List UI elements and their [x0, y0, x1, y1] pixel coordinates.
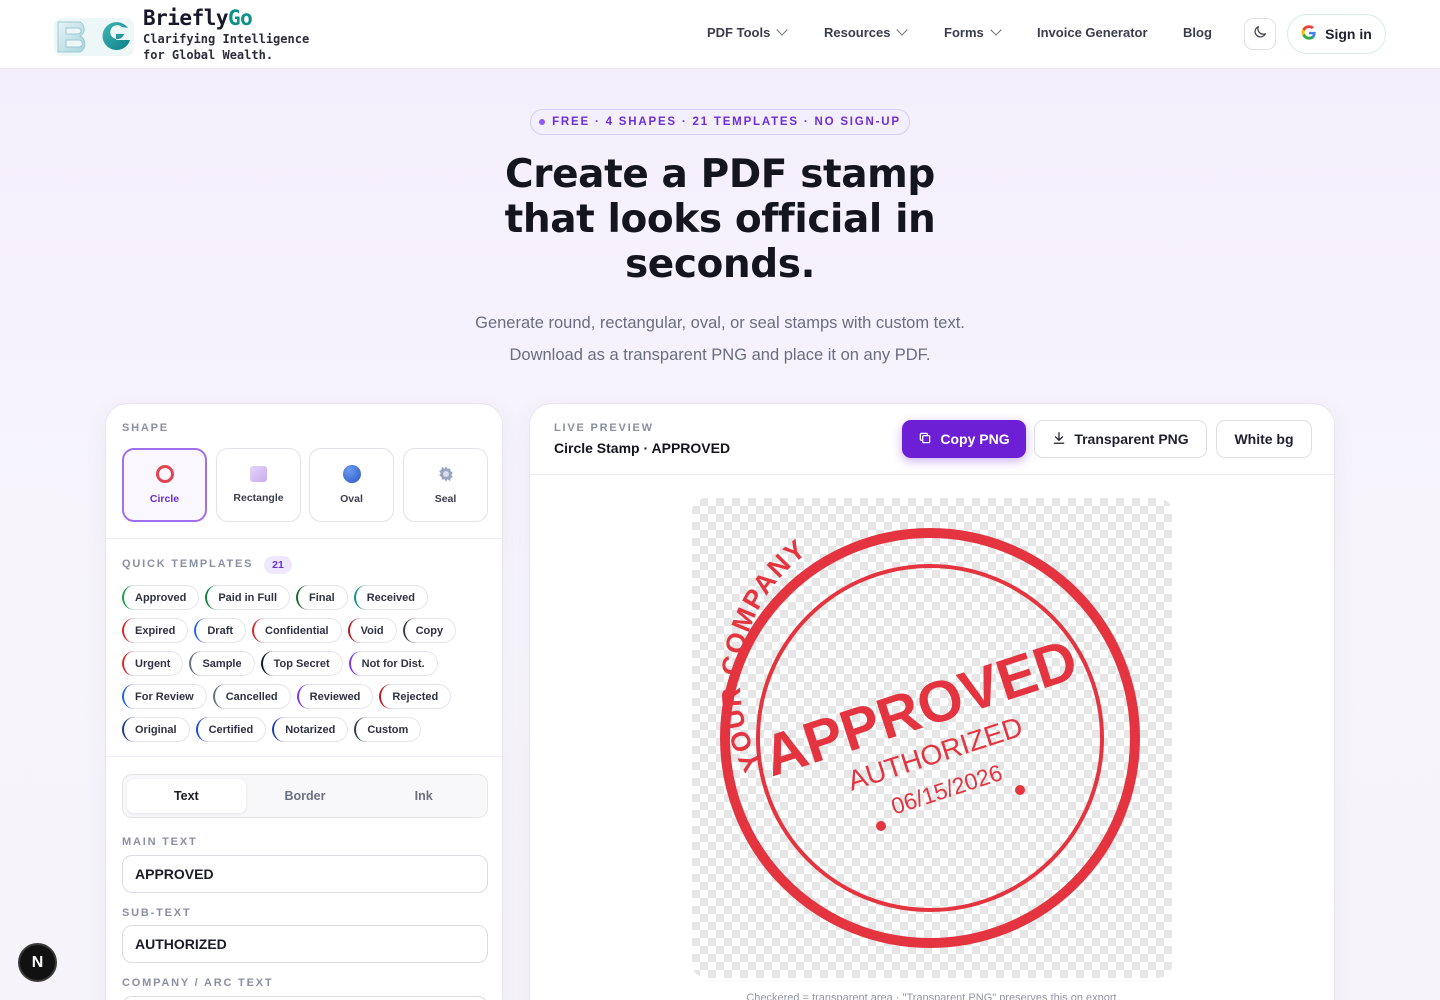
stamp-dot-right: [1015, 785, 1025, 795]
shape-option-rectangle[interactable]: Rectangle: [216, 448, 301, 522]
shape-option-oval[interactable]: Oval: [309, 448, 394, 522]
shape-section-label: SHAPE: [122, 422, 169, 434]
white-bg-label: White bg: [1234, 431, 1294, 447]
white-bg-button[interactable]: White bg: [1216, 420, 1312, 458]
nav-item-label: Forms: [944, 25, 984, 40]
stamp-graphic: YOUR COMPANY APPROVED AUTHORIZED 06/15/2…: [716, 528, 1140, 948]
chevron-down-icon: [896, 24, 909, 36]
template-chip-top-secret[interactable]: Top Secret: [260, 651, 343, 676]
live-preview-label: LIVE PREVIEW: [554, 422, 654, 434]
template-chip-draft[interactable]: Draft: [194, 618, 247, 643]
download-icon: [1052, 431, 1066, 448]
template-chip-void[interactable]: Void: [347, 618, 397, 643]
nav-item-pdf-tools[interactable]: PDF Tools: [707, 24, 788, 40]
stamp-editor-panel: SHAPE Circle Rectangle Oval Seal QUICK TEMP…: [105, 403, 503, 1000]
preview-note: Checkered = transparent area · "Transpar…: [746, 992, 1120, 1000]
tab-text[interactable]: Text: [127, 779, 246, 813]
nav-item-resources[interactable]: Resources: [824, 24, 909, 40]
sign-in-button[interactable]: Sign in: [1287, 14, 1386, 54]
template-chip-cancelled[interactable]: Cancelled: [212, 684, 291, 709]
nav-item-label: Resources: [824, 25, 891, 40]
tab-ink[interactable]: Ink: [364, 779, 483, 813]
company-text-label: COMPANY / ARC TEXT: [122, 977, 274, 989]
template-chip-custom[interactable]: Custom: [354, 717, 422, 742]
dev-overlay-badge[interactable]: N: [18, 943, 57, 982]
shape-option-circle[interactable]: Circle: [122, 448, 207, 522]
divider: [106, 756, 502, 757]
divider: [106, 538, 502, 539]
sub-text-input[interactable]: AUTHORIZED: [122, 925, 488, 963]
template-chip-row: Urgent Sample Top Secret Not for Dist.: [122, 651, 492, 676]
stamp-dot-left: [876, 821, 886, 831]
transparent-png-label: Transparent PNG: [1074, 431, 1189, 447]
sign-in-label: Sign in: [1325, 26, 1372, 42]
sub-text-label: SUB-TEXT: [122, 907, 192, 919]
rectangle-icon: [250, 466, 267, 482]
copy-png-label: Copy PNG: [940, 431, 1010, 447]
pill-dot-icon: [539, 119, 546, 125]
oval-icon: [342, 465, 361, 483]
nav-item-label: Blog: [1183, 25, 1212, 40]
template-chip-list: Approved Paid in Full Final Received Expired…: [122, 585, 492, 750]
transparent-png-button[interactable]: Transparent PNG: [1034, 420, 1207, 458]
template-chip-row: Expired Draft Confidential Void Copy: [122, 618, 492, 643]
nav-item-label: PDF Tools: [707, 25, 771, 40]
shape-option-seal[interactable]: Seal: [403, 448, 488, 522]
main-nav: PDF Tools Resources Forms Invoice Generator…: [0, 0, 1440, 68]
templates-section-label: QUICK TEMPLATES: [122, 558, 254, 570]
shape-option-label: Circle: [149, 493, 180, 505]
shape-option-label: Seal: [434, 493, 457, 505]
template-chip-expired[interactable]: Expired: [122, 618, 189, 643]
feature-pill: FREE · 4 SHAPES · 21 TEMPLATES · NO SIGN…: [530, 109, 910, 135]
stamp-canvas: YOUR COMPANY APPROVED AUTHORIZED 06/15/2…: [692, 498, 1172, 978]
nav-item-blog[interactable]: Blog: [1183, 25, 1212, 40]
preview-title: Circle Stamp · APPROVED: [554, 440, 731, 456]
template-chip-paid-in-full[interactable]: Paid in Full: [205, 585, 291, 610]
google-icon: [1301, 24, 1317, 44]
nav-item-label: Invoice Generator: [1037, 25, 1148, 40]
copy-png-button[interactable]: Copy PNG: [902, 420, 1026, 458]
live-preview-panel: LIVE PREVIEW Circle Stamp · APPROVED Cop…: [529, 403, 1335, 1000]
main-text-input[interactable]: APPROVED: [122, 855, 488, 893]
template-chip-not-for-dist[interactable]: Not for Dist.: [348, 651, 438, 676]
theme-toggle-button[interactable]: [1244, 18, 1276, 50]
template-chip-sample[interactable]: Sample: [189, 651, 255, 676]
site-header: BrieflyGo Clarifying Intelligence for Gl…: [0, 0, 1440, 69]
circle-icon: [155, 465, 174, 483]
template-chip-approved[interactable]: Approved: [122, 585, 200, 610]
shape-option-label: Oval: [340, 493, 363, 505]
template-chip-copy[interactable]: Copy: [402, 618, 457, 643]
template-chip-rejected[interactable]: Rejected: [379, 684, 452, 709]
chevron-down-icon: [776, 24, 788, 36]
nav-item-invoice-generator[interactable]: Invoice Generator: [1037, 25, 1148, 40]
copy-icon: [918, 431, 932, 448]
editor-tabs: Text Border Ink: [122, 774, 488, 818]
divider: [530, 474, 1334, 475]
nav-item-forms[interactable]: Forms: [944, 24, 1002, 40]
template-chip-reviewed[interactable]: Reviewed: [296, 684, 374, 709]
template-chip-original[interactable]: Original: [122, 717, 190, 742]
template-chip-row: Approved Paid in Full Final Received: [122, 585, 492, 610]
templates-count-badge: 21: [264, 556, 292, 574]
template-chip-notarized[interactable]: Notarized: [272, 717, 349, 742]
chevron-down-icon: [990, 24, 1002, 36]
template-chip-urgent[interactable]: Urgent: [122, 651, 184, 676]
company-text-input[interactable]: [122, 996, 488, 1000]
template-chip-confidential[interactable]: Confidential: [252, 618, 342, 643]
template-chip-final[interactable]: Final: [296, 585, 348, 610]
feature-pill-text: FREE · 4 SHAPES · 21 TEMPLATES · NO SIGN…: [552, 116, 901, 128]
seal-icon: [437, 465, 455, 483]
main-text-label: MAIN TEXT: [122, 836, 198, 848]
template-chip-for-review[interactable]: For Review: [122, 684, 207, 709]
template-chip-row: Original Certified Notarized Custom: [122, 717, 492, 742]
moon-icon: [1252, 24, 1268, 45]
page-title: Create a PDF stamp that looks official i…: [504, 152, 936, 287]
tab-border[interactable]: Border: [246, 779, 365, 813]
template-chip-certified[interactable]: Certified: [195, 717, 267, 742]
shape-option-label: Rectangle: [233, 492, 284, 504]
template-chip-row: For Review Cancelled Reviewed Rejected: [122, 684, 492, 709]
template-chip-received[interactable]: Received: [353, 585, 428, 610]
page-subtitle: Generate round, rectangular, oval, or se…: [475, 314, 965, 364]
